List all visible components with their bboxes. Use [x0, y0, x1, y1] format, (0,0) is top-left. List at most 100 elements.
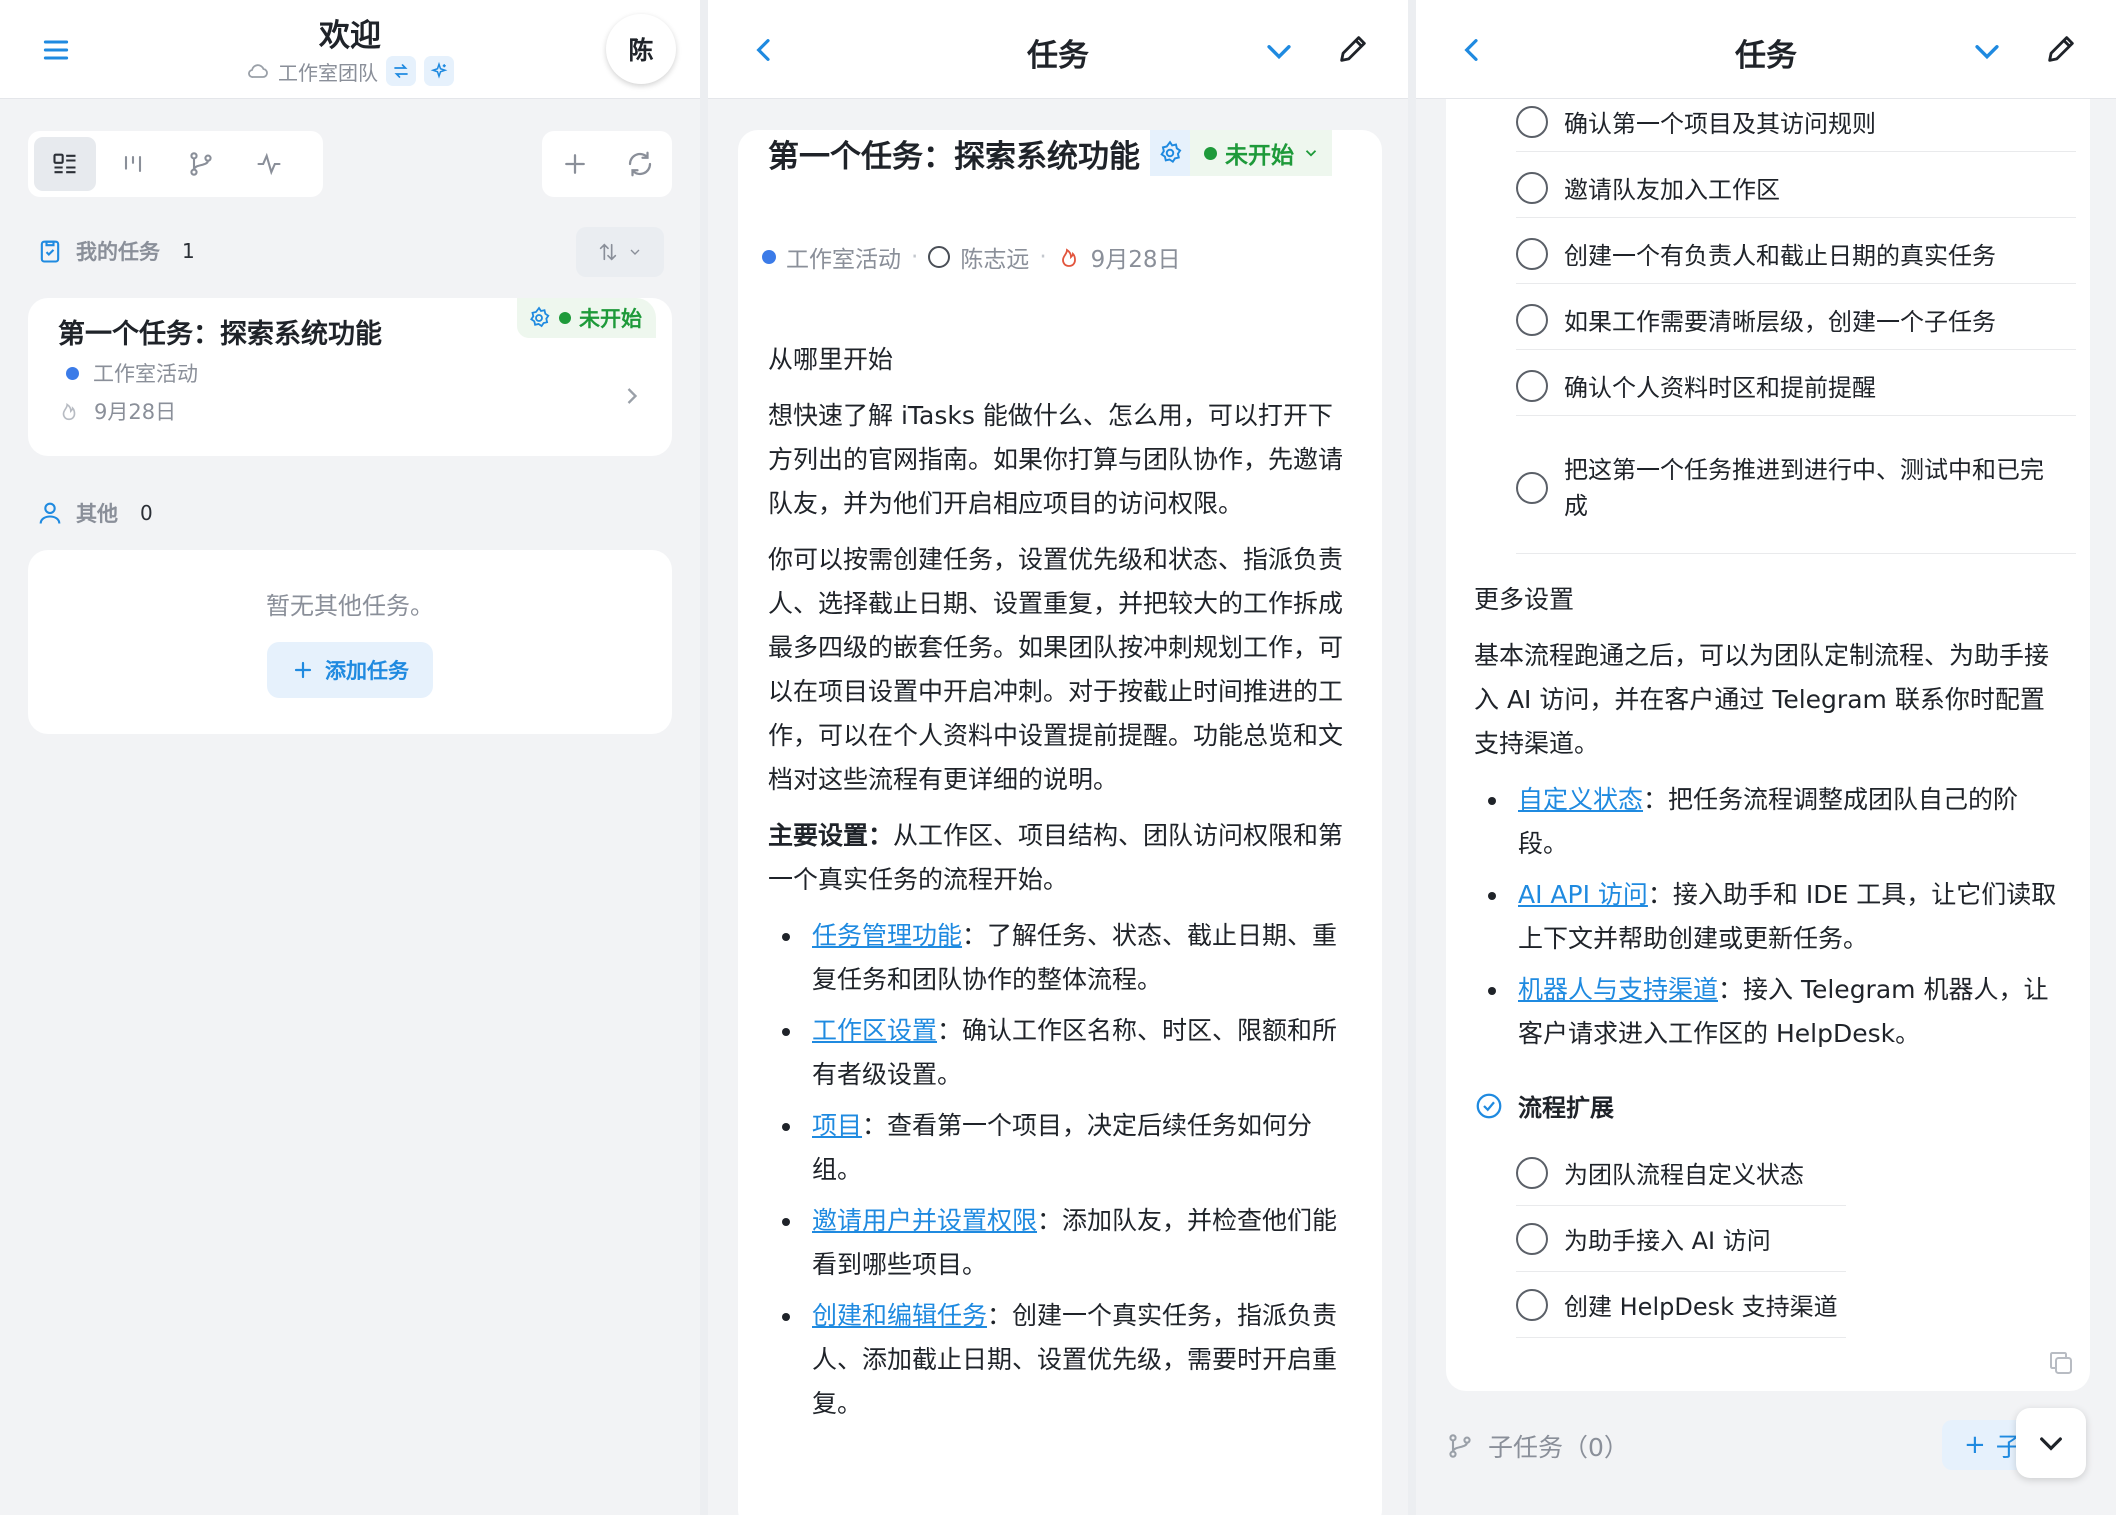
paragraph: 想快速了解 iTasks 能做什么、怎么用，可以打开下方列出的官网指南。如果你打… — [768, 401, 1344, 518]
status-badge[interactable]: 未开始 — [517, 298, 656, 338]
sort-button[interactable] — [576, 227, 664, 277]
list-item: 自定义状态：把任务流程调整成团队自己的阶段。 — [1474, 778, 2064, 866]
checkbox[interactable] — [1516, 1156, 1548, 1189]
checklist-item[interactable]: 邀请队友加入工作区 — [1516, 158, 2076, 218]
workspace-switcher[interactable]: 工作室团队 — [0, 56, 700, 86]
plus-icon[interactable] — [560, 149, 590, 179]
plus-icon — [294, 661, 312, 679]
project-label: 工作室活动 — [93, 362, 198, 386]
task-card-title: 第一个任务：探索系统功能 — [58, 319, 382, 350]
checklist-label: 为助手接入 AI 访问 — [1564, 1227, 1771, 1255]
checklist-label: 确认第一个项目及其访问规则 — [1564, 110, 1876, 138]
copy-icon[interactable] — [2046, 1348, 2076, 1378]
assignee-label[interactable]: 陈志远 — [960, 240, 1029, 274]
workspace-name: 工作室团队 — [278, 60, 378, 85]
checklist-item[interactable]: 确认个人资料时区和提前提醒 — [1516, 356, 2076, 416]
check-circle-icon — [1474, 1091, 1504, 1121]
guide-link[interactable]: 创建和编辑任务 — [812, 1301, 987, 1330]
add-task-button[interactable]: 添加任务 — [267, 642, 433, 698]
checkbox[interactable] — [1516, 1288, 1548, 1321]
my-tasks-header: 我的任务 1 — [36, 236, 195, 266]
page-title: 欢迎 — [319, 18, 381, 54]
checkbox[interactable] — [1516, 1222, 1548, 1255]
list-item: AI API 访问：接入助手和 IDE 工具，让它们读取上下文并帮助创建或更新任… — [1474, 873, 2064, 961]
guide-link[interactable]: 项目 — [812, 1111, 862, 1140]
gear-icon — [527, 306, 551, 330]
task-card[interactable]: 第一个任务：探索系统功能 未开始 工作室活动 9月28日 — [28, 298, 672, 456]
cloud-icon — [246, 59, 270, 83]
checklist-label: 把这第一个任务推进到进行中、测试中和已完成 — [1564, 455, 2044, 520]
header-title: 任务 — [1027, 38, 1089, 74]
guide-link[interactable]: 任务管理功能 — [812, 921, 962, 950]
checkbox[interactable] — [1516, 171, 1548, 204]
chevron-down-icon — [1305, 150, 1317, 157]
guide-link[interactable]: 工作区设置 — [812, 1016, 937, 1045]
more-settings: 更多设置 基本流程跑通之后，可以为团队定制流程、为助手接入 AI 访问，并在客户… — [1474, 578, 2064, 1063]
separator: · — [1039, 244, 1047, 270]
top-bar: 欢迎 工作室团队 陈 — [0, 0, 700, 99]
checklist-label: 确认个人资料时区和提前提醒 — [1564, 374, 1876, 402]
guide-link[interactable]: 自定义状态 — [1518, 785, 1643, 814]
checkbox[interactable] — [1516, 369, 1548, 402]
swap-icon[interactable] — [386, 56, 416, 86]
checklist-item[interactable]: 创建 HelpDesk 支持渠道 — [1516, 1272, 1846, 1338]
due-date[interactable]: 9月28日 — [1091, 240, 1181, 274]
list-view-icon[interactable] — [34, 137, 96, 191]
checklist-item[interactable]: 为助手接入 AI 访问 — [1516, 1206, 1846, 1272]
guide-link[interactable]: 机器人与支持渠道 — [1518, 975, 1718, 1004]
branch-view-icon[interactable] — [170, 137, 232, 191]
separator: · — [911, 244, 919, 270]
task-list-panel: 欢迎 工作室团队 陈 我的任务 1 第一个任务：探索系统功能 未开始 工作室活动… — [0, 0, 700, 1515]
task-detail-panel: 任务 第一个任务：探索系统功能 未开始 工作室活动 · 陈志远 · 9月28日 … — [708, 0, 1408, 1515]
checklist-item[interactable]: 确认第一个项目及其访问规则 — [1516, 92, 2076, 152]
edit-icon[interactable] — [2044, 32, 2078, 66]
avatar[interactable]: 陈 — [606, 14, 676, 84]
list-item: 项目：查看第一个项目，决定后续任务如何分组。 — [768, 1104, 1352, 1192]
subtasks-label: 子任务（0） — [1488, 1433, 1629, 1462]
list-actions — [542, 131, 672, 197]
checklist-label: 创建 HelpDesk 支持渠道 — [1564, 1293, 1838, 1321]
plus-icon: + — [1964, 1430, 1986, 1460]
task-description: 从哪里开始 想快速了解 iTasks 能做什么、怎么用，可以打开下方列出的官网指… — [768, 338, 1352, 1433]
gear-icon[interactable] — [1150, 130, 1190, 176]
flame-icon — [1057, 245, 1081, 269]
checklist-item[interactable]: 创建一个有负责人和截止日期的真实任务 — [1516, 224, 2076, 284]
checkbox[interactable] — [1516, 303, 1548, 336]
list-item: 邀请用户并设置权限：添加队友，并检查他们能看到哪些项目。 — [768, 1199, 1352, 1287]
task-card-project: 工作室活动 — [58, 358, 198, 388]
top-bar: 任务 — [708, 0, 1408, 99]
checklist-label: 如果工作需要清晰层级，创建一个子任务 — [1564, 308, 1996, 336]
checklist-label: 为团队流程自定义状态 — [1564, 1161, 1804, 1189]
checkbox[interactable] — [1516, 105, 1548, 138]
list-item: 创建和编辑任务：创建一个真实任务，指派负责人、添加截止日期、设置优先级，需要时开… — [768, 1294, 1352, 1426]
my-tasks-count: 1 — [182, 239, 195, 263]
scroll-down-button[interactable] — [2016, 1408, 2086, 1478]
checkbox[interactable] — [1516, 471, 1548, 504]
activity-view-icon[interactable] — [238, 137, 300, 191]
branch-icon — [1446, 1432, 1474, 1460]
task-meta: 工作室活动 · 陈志远 · 9月28日 — [762, 240, 1181, 274]
bold-label: 主要设置： — [768, 821, 894, 850]
others-label: 其他 — [76, 502, 118, 526]
guide-link[interactable]: AI API 访问 — [1518, 880, 1648, 909]
subtasks-header: 子任务（0） — [1446, 1428, 1629, 1464]
checklist-item[interactable]: 如果工作需要清晰层级，创建一个子任务 — [1516, 290, 2076, 350]
task-title: 第一个任务：探索系统功能 — [768, 139, 1140, 175]
status-dropdown[interactable]: 未开始 — [1150, 130, 1332, 176]
checklist-item[interactable]: 为团队流程自定义状态 — [1516, 1140, 1846, 1206]
checkbox[interactable] — [1516, 237, 1548, 270]
chevron-down-icon[interactable] — [1262, 34, 1296, 68]
checklist-item[interactable]: 把这第一个任务推进到进行中、测试中和已完成 — [1516, 422, 2076, 554]
sparkle-icon[interactable] — [424, 56, 454, 86]
section-heading: 更多设置 — [1474, 585, 1575, 614]
board-view-icon[interactable] — [102, 137, 164, 191]
chevron-down-icon[interactable] — [1970, 34, 2004, 68]
my-tasks-label: 我的任务 — [76, 240, 160, 264]
project-label[interactable]: 工作室活动 — [786, 240, 901, 274]
guide-link[interactable]: 邀请用户并设置权限 — [812, 1206, 1037, 1235]
refresh-icon[interactable] — [625, 149, 655, 179]
task-document: 确认第一个项目及其访问规则 邀请队友加入工作区 创建一个有负责人和截止日期的真实… — [1446, 0, 2090, 1391]
edit-icon[interactable] — [1336, 32, 1370, 66]
paragraph: 基本流程跑通之后，可以为团队定制流程、为助手接入 AI 访问，并在客户通过 Te… — [1474, 641, 2050, 758]
section-heading: 从哪里开始 — [768, 345, 894, 374]
